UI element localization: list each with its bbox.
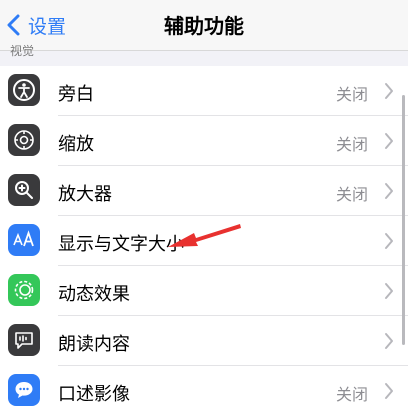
chevron-right-icon [385, 383, 393, 399]
page-title: 辅助功能 [164, 14, 244, 38]
navigation-bar: 设置 辅助功能 [0, 0, 408, 51]
chevron-right-icon [385, 83, 393, 99]
row-value: 关闭 [335, 135, 368, 154]
scrollbar[interactable] [402, 95, 405, 345]
zoom-icon [8, 124, 40, 156]
spoken-content-icon [8, 324, 40, 356]
row-label: 放大器 [58, 184, 112, 205]
row-label: 动态效果 [58, 284, 130, 305]
row-label: 缩放 [58, 134, 94, 155]
row-value: 关闭 [335, 385, 368, 404]
row-display-text-size[interactable]: 显示与文字大小 [0, 216, 408, 266]
row-label: 旁白 [58, 84, 94, 105]
row-audio-descriptions[interactable]: 口述影像 关闭 [0, 366, 408, 406]
row-magnifier[interactable]: 放大器 关闭 [0, 166, 408, 216]
row-motion[interactable]: 动态效果 [0, 266, 408, 316]
chevron-right-icon [385, 133, 393, 149]
row-spoken-content[interactable]: 朗读内容 [0, 316, 408, 366]
audio-description-icon [8, 374, 40, 406]
row-value: 关闭 [335, 185, 368, 204]
chevron-right-icon [385, 183, 393, 199]
row-label: 口述影像 [58, 384, 130, 405]
voiceover-icon [8, 74, 40, 106]
chevron-right-icon [385, 283, 393, 299]
text-size-icon [8, 224, 40, 256]
magnifier-icon [8, 174, 40, 206]
motion-icon [8, 274, 40, 306]
chevron-right-icon [385, 233, 393, 249]
row-label: 显示与文字大小 [58, 234, 184, 255]
row-zoom[interactable]: 缩放 关闭 [0, 116, 408, 166]
chevron-right-icon [385, 333, 393, 349]
row-value: 关闭 [335, 85, 368, 104]
section-header-vision: 视觉 [10, 44, 35, 58]
settings-list: 旁白 关闭 缩放 关闭 放大器 关闭 显示与文字大小 动态效果 朗读内容 口述影… [0, 66, 408, 406]
row-voiceover[interactable]: 旁白 关闭 [0, 66, 408, 116]
row-label: 朗读内容 [58, 334, 130, 355]
